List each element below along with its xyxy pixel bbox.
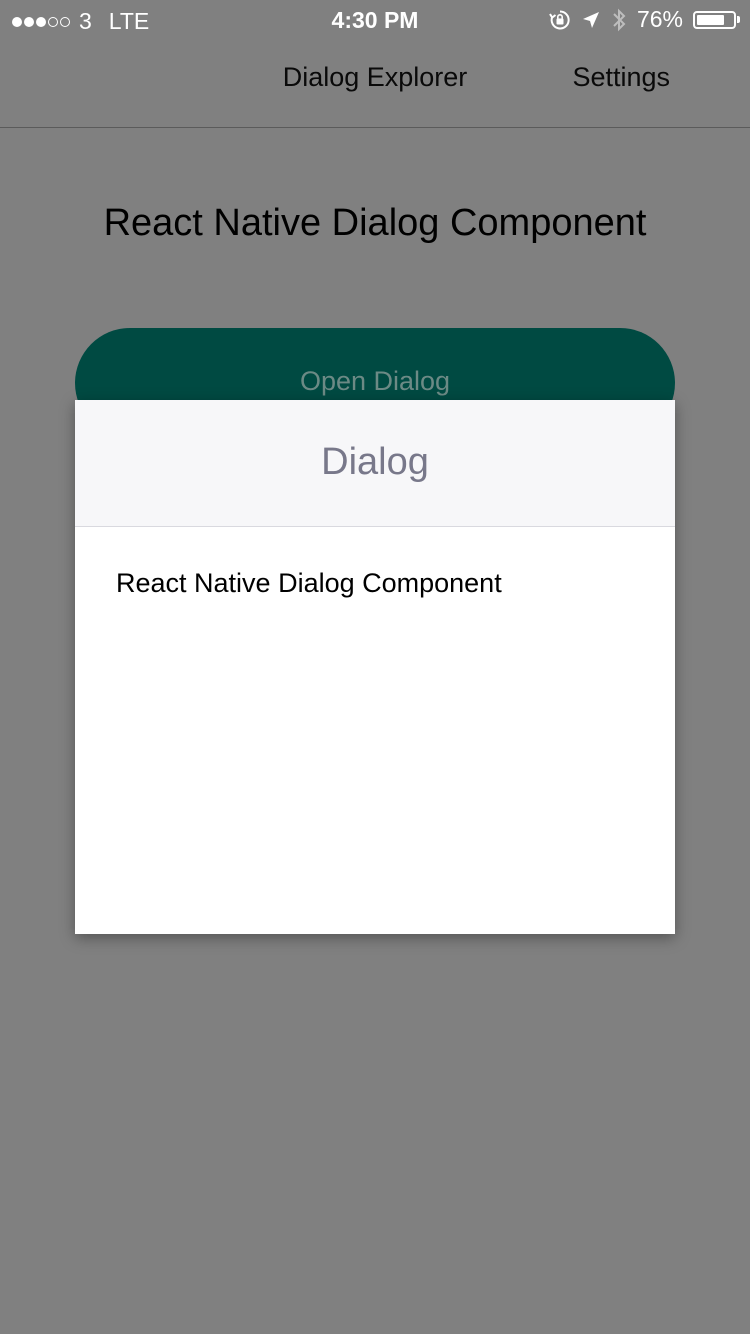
bluetooth-icon — [611, 7, 627, 33]
dialog-header: Dialog — [75, 400, 675, 527]
battery-tip — [737, 16, 740, 23]
battery-icon — [693, 10, 740, 29]
orientation-lock-icon — [549, 9, 571, 31]
location-arrow-icon — [581, 10, 601, 30]
dialog: Dialog React Native Dialog Component — [75, 400, 675, 934]
dialog-title: Dialog — [321, 441, 429, 483]
status-bar: 3 LTE 4:30 PM 76% — [0, 0, 750, 40]
battery-body — [693, 10, 736, 29]
dialog-body: React Native Dialog Component — [75, 527, 675, 599]
status-right: 76% — [549, 6, 740, 33]
battery-fill — [697, 14, 724, 25]
dialog-body-text: React Native Dialog Component — [116, 568, 502, 598]
page-heading: React Native Dialog Component — [103, 202, 647, 244]
navigation-bar: Dialog Explorer Settings — [0, 40, 750, 128]
open-dialog-button-label: Open Dialog — [299, 366, 451, 396]
settings-button[interactable]: Settings — [572, 62, 670, 93]
battery-percent: 76% — [636, 6, 683, 32]
